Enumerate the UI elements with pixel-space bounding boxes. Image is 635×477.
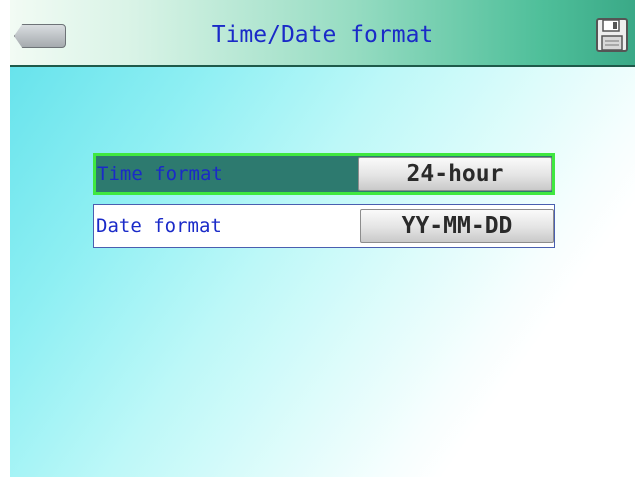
date-format-value-button[interactable]: YY-MM-DD	[360, 209, 554, 243]
left-margin-strip	[0, 0, 10, 477]
header-bar: Time/Date format	[10, 0, 635, 67]
time-format-value-button[interactable]: 24-hour	[358, 157, 552, 191]
date-format-row[interactable]: Date format YY-MM-DD	[93, 204, 555, 248]
page-title: Time/Date format	[211, 22, 434, 48]
settings-screen: Time/Date format Time format 24-hour Dat…	[10, 0, 635, 477]
floppy-disk-icon[interactable]	[596, 18, 628, 52]
date-format-label: Date format	[96, 215, 222, 237]
time-format-label: Time format	[97, 163, 223, 185]
time-format-row[interactable]: Time format 24-hour	[93, 153, 555, 195]
